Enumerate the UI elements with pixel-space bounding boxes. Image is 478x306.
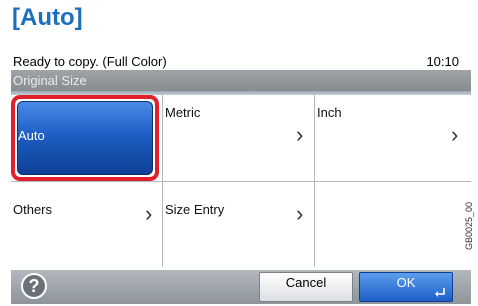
screen-title-bar: Original Size <box>11 70 471 91</box>
chevron-right-icon: › <box>296 122 304 147</box>
option-inch-label: Inch <box>317 105 342 120</box>
option-metric-label: Metric <box>165 105 201 120</box>
status-bar: Ready to copy. (Full Color) 10:10 <box>11 52 471 70</box>
chevron-right-icon: › <box>296 201 304 226</box>
option-auto-highlight: Auto <box>17 101 153 175</box>
page-heading: [Auto] <box>12 4 83 31</box>
bottom-action-bar: ? Cancel OK <box>11 270 471 304</box>
option-size-entry-label: Size Entry <box>165 202 225 217</box>
size-option-grid: Auto Metric › Inch › Others › Size Entry… <box>11 95 471 267</box>
option-others-label: Others <box>13 202 53 217</box>
enter-icon <box>435 288 445 297</box>
help-icon[interactable]: ? <box>21 273 47 299</box>
status-message: Ready to copy. (Full Color) <box>13 54 167 69</box>
copier-panel: Ready to copy. (Full Color) 10:10 Origin… <box>11 52 471 304</box>
chevron-right-icon: › <box>451 122 459 147</box>
empty-cell <box>315 182 471 267</box>
option-inch-button[interactable]: Inch › <box>315 95 471 181</box>
screen-title: Original Size <box>13 73 87 88</box>
option-auto-label: Auto <box>18 128 45 143</box>
ok-button[interactable]: OK <box>359 272 453 302</box>
figure-code: GB0025_00 <box>464 201 474 250</box>
cancel-button[interactable]: Cancel <box>259 272 353 302</box>
option-auto-button[interactable]: Auto <box>11 95 159 181</box>
option-others-button[interactable]: Others › <box>11 182 162 267</box>
status-time: 10:10 <box>426 54 459 69</box>
option-size-entry-button[interactable]: Size Entry › <box>163 182 314 267</box>
chevron-right-icon: › <box>145 201 153 226</box>
cancel-label: Cancel <box>285 275 327 290</box>
option-metric-button[interactable]: Metric › <box>163 95 314 181</box>
